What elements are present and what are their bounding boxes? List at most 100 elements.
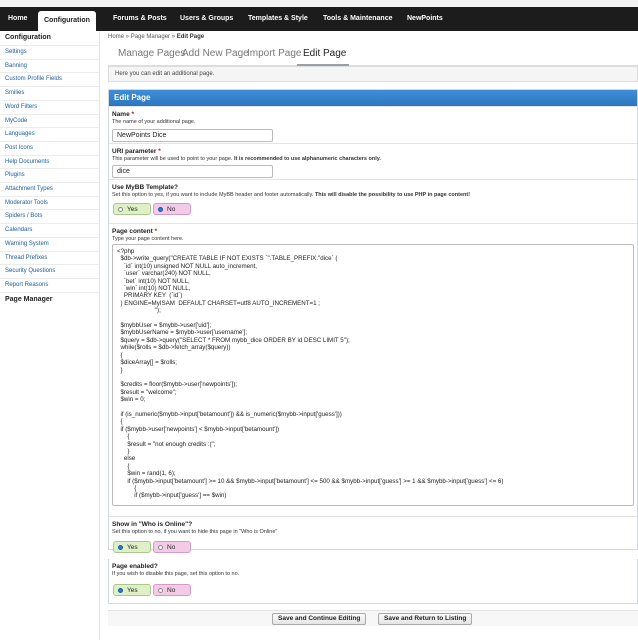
mybb-template-row: Use MyBB Template? Set this option to ye… [109,179,637,223]
breadcrumb-page-manager[interactable]: Page Manager [131,34,170,40]
edit-page-form: Edit Page Name * The name of your additi… [108,89,638,553]
code-line: { [117,485,137,492]
mybb-template-no[interactable]: No [153,203,191,215]
code-line: $win = 0; [117,396,146,404]
page-enabled-no[interactable]: No [153,584,191,596]
page-enabled-label: Page enabled? [112,563,158,570]
save-continue-button[interactable]: Save and Continue Editing [272,613,367,625]
code-line: `bet` int(10) NOT NULL, [117,277,190,285]
sidebar-item-moderator-tools[interactable]: Moderator Tools [0,195,99,210]
sidebar-item-warning-system[interactable]: Warning System [0,236,99,251]
nav-tab-users-groups[interactable]: Users & Groups [180,7,233,31]
mybb-template-label: Use MyBB Template? [112,184,178,191]
sidebar-item-thread-prefixes[interactable]: Thread Prefixes [0,250,99,265]
sidebar-item-spiders-bots[interactable]: Spiders / Bots [0,209,99,223]
code-line: $mybbUser = $mybb->user['uid']; [117,322,212,330]
uri-field[interactable]: dice [112,165,273,178]
sidebar-item-help-documents[interactable]: Help Documents [0,154,99,169]
who-online-no[interactable]: No [153,541,191,553]
who-online-description: Set this option to no, if you want to hi… [112,529,278,535]
code-line: "); [117,307,161,315]
code-line: $result = "not enough credits :("; [117,440,216,448]
mybb-template-yes[interactable]: Yes [113,203,151,215]
code-line: $query = $db->query("SELECT * FROM mybb_… [117,336,350,344]
page-content-row: Page content * Type your page content he… [109,223,637,516]
nav-tab-newpoints[interactable]: NewPoints [407,7,443,31]
page-enabled-toggle: Yes No [113,584,193,596]
sidebar-item-settings[interactable]: Settings [0,45,99,59]
uri-row: URI parameter * This parameter will be u… [109,143,637,179]
code-line: { [117,433,130,441]
page-content-description: Type your page content here. [112,236,184,242]
code-line: `id` int(10) unsigned NOT NULL auto_incr… [117,262,257,270]
code-line: if (is_numeric($mybb->input['betamount']… [117,410,342,418]
name-field[interactable]: NewPoints Dice [112,129,273,142]
code-line: if ($mybb->input['guess'] == $win) [117,492,227,500]
breadcrumb: Home » Page Manager » Edit Page [108,34,204,40]
nav-tab-templates-style[interactable]: Templates & Style [248,7,308,31]
code-line: if ($mybb->input['betamount'] >= 10 && $… [117,477,504,485]
sidebar: Configuration Settings Banning Custom Pr… [0,31,100,640]
sidebar-item-smilies[interactable]: Smilies [0,86,99,100]
nav-tab-home[interactable]: Home [8,7,27,31]
nav-tab-configuration[interactable]: Configuration [38,11,96,31]
radio-checked-icon [118,545,123,550]
breadcrumb-separator: » [124,34,131,40]
page-enabled-description: If you wish to disable this page, set th… [112,571,240,577]
sidebar-item-word-filters[interactable]: Word Filters [0,99,99,114]
sidebar-item-mycode[interactable]: MyCode [0,113,99,128]
code-line: <?php [117,248,135,255]
sidebar-item-security-questions[interactable]: Security Questions [0,264,99,278]
page-enabled-yes[interactable]: Yes [113,584,151,596]
code-line: { [117,351,123,359]
code-line: `win` int(10) NOT NULL, [117,285,191,293]
sidebar-item-page-manager[interactable]: Page Manager [0,291,99,306]
page-enabled-row: Page enabled? If you wish to disable thi… [108,559,638,604]
sidebar-item-custom-profile-fields[interactable]: Custom Profile Fields [0,72,99,86]
save-return-button[interactable]: Save and Return to Listing [378,613,473,625]
radio-icon [118,207,123,212]
tab-add-new-page[interactable]: Add New Page [182,48,249,59]
radio-checked-icon [158,207,163,212]
sidebar-item-calendars[interactable]: Calendars [0,223,99,237]
breadcrumb-home[interactable]: Home [108,34,124,40]
sidebar-item-attachment-types[interactable]: Attachment Types [0,182,99,196]
sidebar-item-post-icons[interactable]: Post Icons [0,140,99,155]
sidebar-item-banning[interactable]: Banning [0,58,99,73]
tab-import-page[interactable]: Import Page [247,48,301,59]
code-line: { [117,462,130,470]
code-line: if ($mybb->user['newpoints'] < $mybb->in… [117,425,280,433]
code-line: $result = "welcome"; [117,388,177,396]
radio-icon [158,545,163,550]
code-line: `user` varchar(240) NOT NULL, [117,270,211,278]
nav-tab-tools-maintenance[interactable]: Tools & Maintenance [323,7,393,31]
mybb-template-toggle: Yes No [113,203,193,215]
form-buttons: Save and Continue Editing Save and Retur… [108,610,638,626]
mybb-template-description: Set this option to yes, if you want to i… [112,192,471,198]
tab-manage-pages[interactable]: Manage Pages [118,48,185,59]
sidebar-item-report-reasons[interactable]: Report Reasons [0,277,99,292]
breadcrumb-current: Edit Page [176,34,205,40]
code-line: $credits = floor($mybb->user['newpoints'… [117,381,237,389]
who-online-yes[interactable]: Yes [113,541,151,553]
page-content-editor[interactable]: <?php $db->write_query("CREATE TABLE IF … [112,244,634,506]
nav-tab-forums-posts[interactable]: Forums & Posts [113,7,167,31]
info-message: Here you can edit an additional page. [108,66,638,82]
uri-label: URI parameter * [112,148,161,155]
name-description: The name of your additional page. [112,119,196,125]
uri-description: This parameter will be used to point to … [112,156,381,162]
who-online-row: Show in "Who is Online"? Set this option… [109,516,637,560]
sidebar-item-languages[interactable]: Languages [0,127,99,141]
code-line: } [117,366,123,374]
radio-checked-icon [118,588,123,593]
code-line: $db->write_query("CREATE TABLE IF NOT EX… [117,255,338,263]
tab-edit-page[interactable]: Edit Page [303,48,346,59]
breadcrumb-separator: » [170,34,177,40]
sidebar-item-plugins[interactable]: Plugins [0,168,99,182]
code-line: { [117,418,123,426]
code-line: $diceArray[] = $rolls; [117,359,178,367]
header-strip [0,0,638,7]
